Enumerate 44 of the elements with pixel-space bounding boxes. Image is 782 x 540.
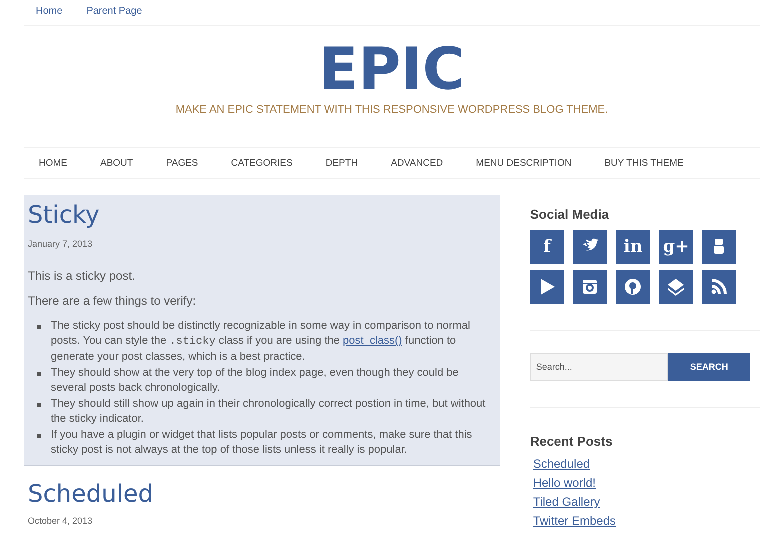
social-link[interactable]: g+	[659, 230, 694, 264]
bullet-icon	[37, 403, 41, 407]
bullet-icon	[37, 372, 41, 376]
menu-item[interactable]: CATEGORIES	[231, 158, 293, 168]
recent-post-link[interactable]: Tiled Gallery	[533, 495, 600, 509]
post-date: October 4, 2013	[28, 516, 94, 526]
bullet-icon	[37, 434, 41, 438]
post-title[interactable]: Scheduled	[28, 480, 154, 508]
menu-item[interactable]: HOME	[39, 158, 68, 168]
menu-item[interactable]: BUY THIS THEME	[604, 158, 684, 168]
list-item-text: They should still show up again in their chronologically correct postion in time, but without the sticky indicator.	[51, 397, 487, 427]
site-tagline: MAKE AN EPIC STATEMENT WITH THIS RESPONSIVE WORDPRESS BLOG THEME.	[176, 104, 608, 116]
post-date: January 7, 2013	[28, 239, 94, 249]
list-item-text: The sticky post should be distinctly recognizable in some way in comparison to normal posts. You can style the .sticky class if you are using the post_class() function to generate your post classes, which is a best practice.	[51, 319, 472, 365]
social-link[interactable]: f	[530, 230, 564, 264]
menu-item[interactable]: DEPTH	[326, 158, 358, 168]
bullet-icon	[37, 325, 41, 329]
social-rss-icon[interactable]	[702, 270, 736, 304]
nav-link[interactable]: Parent Page	[86, 6, 142, 25]
recent-post-link[interactable]: Scheduled	[533, 457, 590, 471]
post-class-link[interactable]: post_class()	[343, 335, 402, 347]
menu-item[interactable]: MENU DESCRIPTION	[476, 158, 572, 168]
widget-title: Social Media	[530, 207, 610, 222]
social-link[interactable]: in	[616, 230, 650, 264]
social-play-icon[interactable]	[530, 270, 564, 304]
social-bird-icon[interactable]	[573, 230, 608, 264]
site-title[interactable]: EPIC	[318, 38, 466, 100]
paragraph: This is a sticky post.	[28, 269, 136, 283]
menu-item[interactable]: ADVANCED	[391, 158, 444, 168]
post-title[interactable]: Sticky	[28, 201, 100, 229]
nav-link[interactable]: Home	[36, 6, 63, 25]
menu-item[interactable]: PAGES	[166, 158, 198, 168]
menu-item[interactable]: ABOUT	[100, 158, 134, 168]
widget-title: Recent Posts	[530, 434, 614, 449]
list-item-text: They should show at the very top of the blog index page, even though they could be several posts back chronologically.	[51, 366, 460, 396]
recent-post-link[interactable]: Twitter Embeds	[533, 514, 616, 528]
social-camera-icon[interactable]	[573, 270, 608, 304]
list-item-text: If you have a plugin or widget that lists popular posts or comments, make sure that this sticky post is not always at the top of those lists unless it really is popular.	[51, 428, 474, 458]
paragraph: There are a few things to verify:	[28, 294, 198, 308]
social-pin-icon[interactable]	[616, 270, 650, 304]
recent-post-link[interactable]: Hello world!	[533, 476, 596, 490]
social-layers-icon[interactable]	[659, 270, 694, 304]
search-button[interactable]: SEARCH	[668, 353, 750, 381]
search-field[interactable]: Search...	[530, 353, 668, 381]
